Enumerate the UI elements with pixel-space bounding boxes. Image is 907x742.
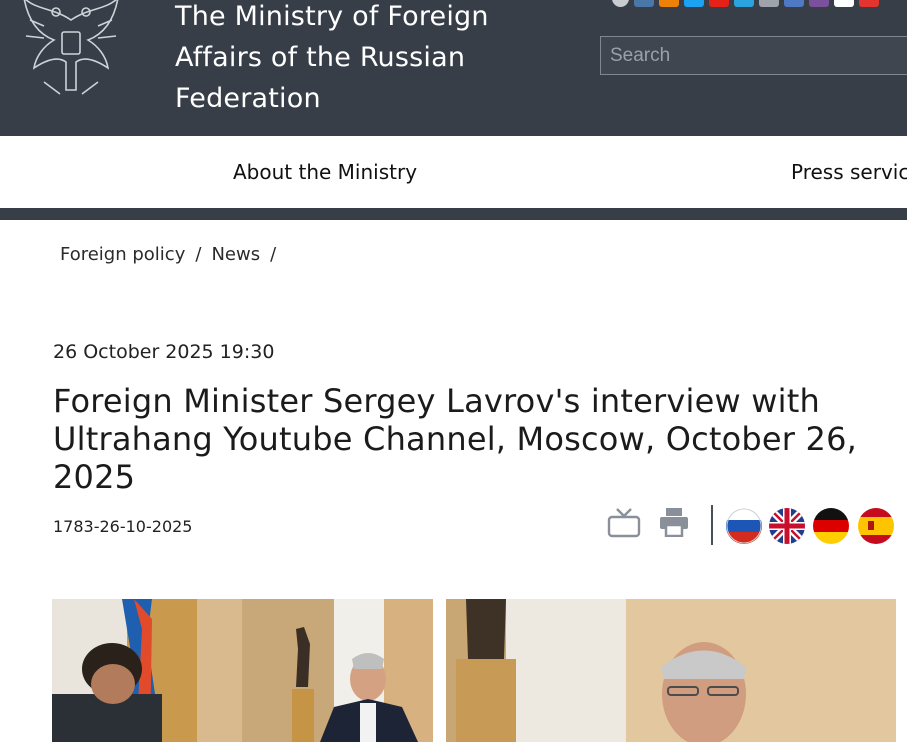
- breadcrumb-separator: /: [195, 244, 202, 265]
- nav-divider-bar: [0, 208, 907, 220]
- document-number: 1783-26-10-2025: [53, 517, 193, 536]
- twitter-icon[interactable]: [684, 0, 704, 7]
- site-title[interactable]: The Ministry of Foreign Affairs of the R…: [175, 0, 575, 119]
- viber-icon[interactable]: [809, 0, 829, 7]
- article-date: 26 October 2025 19:30: [53, 341, 275, 363]
- main-nav: About the Ministry Press service: [0, 136, 907, 208]
- russia-flag-icon[interactable]: [726, 508, 762, 544]
- vk-icon[interactable]: [634, 0, 654, 7]
- interview-photo-closeup[interactable]: [446, 599, 896, 742]
- interview-photo-wide[interactable]: [52, 599, 433, 742]
- youtube-icon[interactable]: [709, 0, 729, 7]
- print-icon[interactable]: [659, 507, 689, 537]
- ok-icon[interactable]: [659, 0, 679, 7]
- breadcrumb-separator: /: [270, 244, 277, 265]
- telegram-icon[interactable]: [734, 0, 754, 7]
- article-title: Foreign Minister Sergey Lavrov's intervi…: [53, 382, 858, 496]
- spain-flag-icon[interactable]: [858, 508, 894, 544]
- flickr-icon[interactable]: [784, 0, 804, 7]
- uk-flag-icon[interactable]: [769, 508, 805, 544]
- search-input[interactable]: [600, 36, 907, 75]
- germany-flag-icon[interactable]: [813, 508, 849, 544]
- info-icon[interactable]: [612, 0, 629, 7]
- tools-divider: [711, 505, 713, 545]
- breadcrumb-item-news[interactable]: News: [211, 244, 260, 265]
- nav-item-about-the-ministry[interactable]: About the Ministry: [233, 136, 417, 208]
- breadcrumb: Foreign policy / News /: [60, 244, 286, 265]
- rutube-icon[interactable]: [859, 0, 879, 7]
- tiktok-icon[interactable]: [834, 0, 854, 7]
- social-links: [612, 0, 879, 7]
- nav-item-press-service[interactable]: Press service: [791, 136, 907, 208]
- site-header: The Ministry of Foreign Affairs of the R…: [0, 0, 907, 136]
- breadcrumb-item-foreign-policy[interactable]: Foreign policy: [60, 244, 185, 265]
- double-headed-eagle-emblem-icon[interactable]: [14, 0, 128, 102]
- tv-icon[interactable]: [607, 507, 641, 539]
- rss-icon[interactable]: [759, 0, 779, 7]
